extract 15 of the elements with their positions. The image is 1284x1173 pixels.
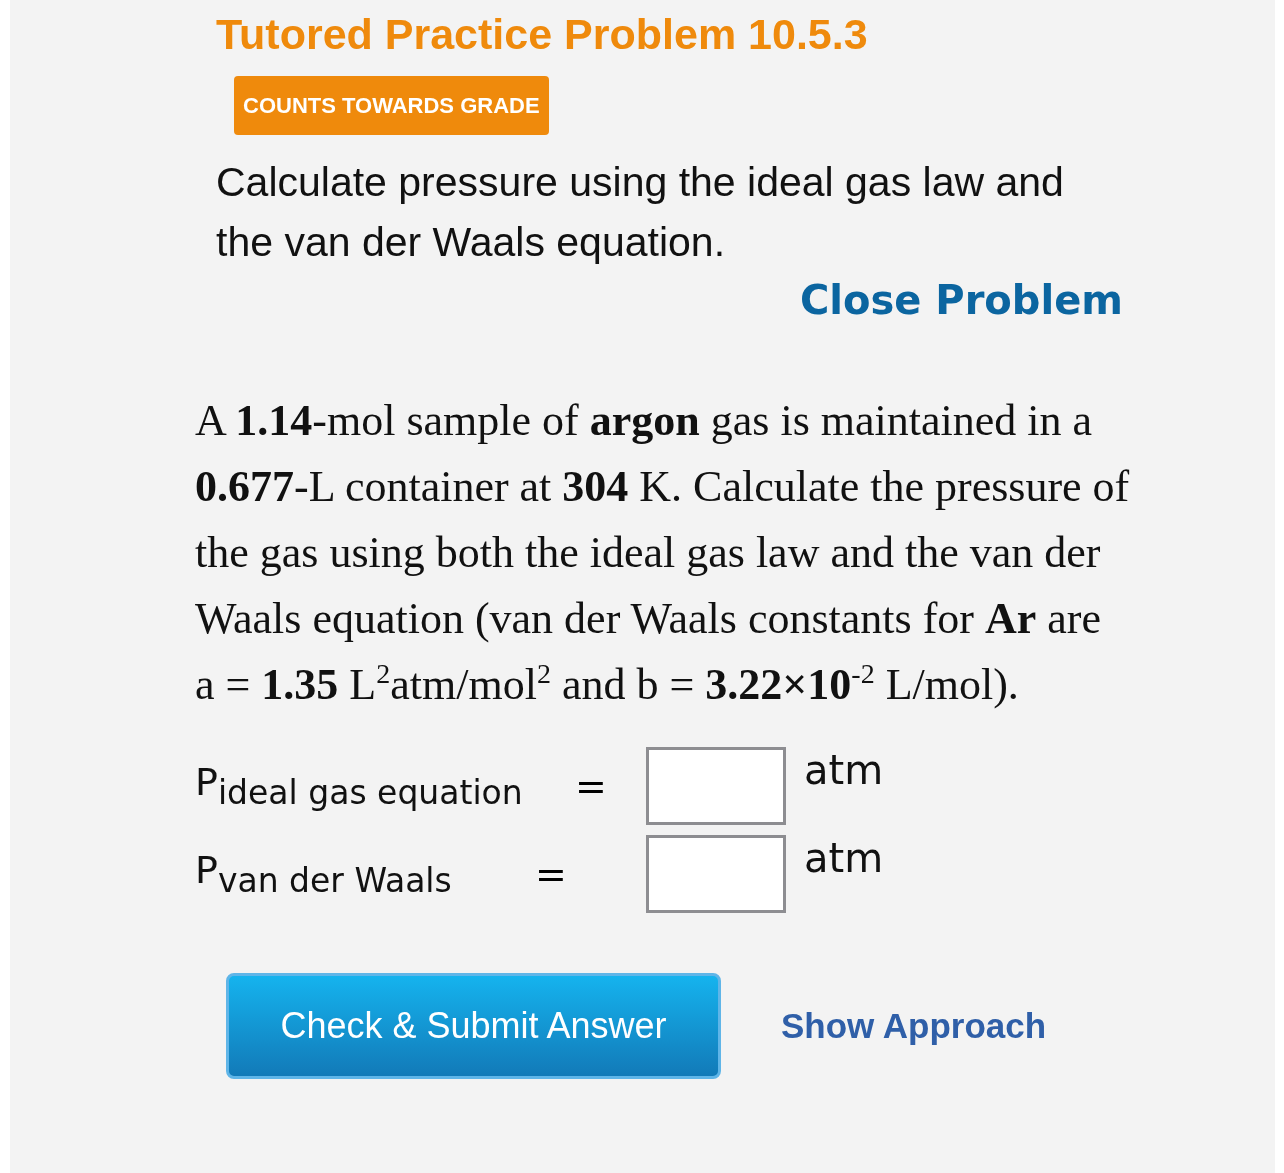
- variable-label: P$_{van der Waals}$: [195, 848, 453, 900]
- answer-field[interactable]: [646, 835, 786, 913]
- equals-sign: =: [535, 852, 567, 896]
- unit-label: atm: [804, 835, 885, 881]
- submit-button[interactable]: Check & Submit Answer: [226, 973, 721, 1079]
- equals-sign: =: [575, 764, 607, 808]
- variable-label: P$_{ideal gas equation}$: [195, 760, 524, 812]
- problem-title: Tutored Practice Problem 10.5.3: [216, 9, 869, 60]
- problem-subtitle: Calculate pressure using the ideal gas law and the van der Waals equation.: [216, 158, 1065, 267]
- show-approach-link[interactable]: Show Approach: [781, 1006, 1047, 1046]
- close-problem-link[interactable]: Close Problem: [799, 272, 1123, 328]
- answer-field[interactable]: [646, 747, 786, 825]
- grade-badge: COUNTS TOWARDS GRADE: [234, 76, 549, 135]
- unit-label: atm: [804, 747, 885, 793]
- problem-text: A 1.14-mol sample of argon gas is maintained in a 0.677-L container at 304 K. Calculate the pressure of the gas using both the ideal gas law and the van der Waals equation (van der Waals constants for Ar are a = 1.35 L$^{2}$atm/mol$^{2}$ and b = 3.22×10$^{-2}$ L/mol).: [195, 395, 1130, 711]
